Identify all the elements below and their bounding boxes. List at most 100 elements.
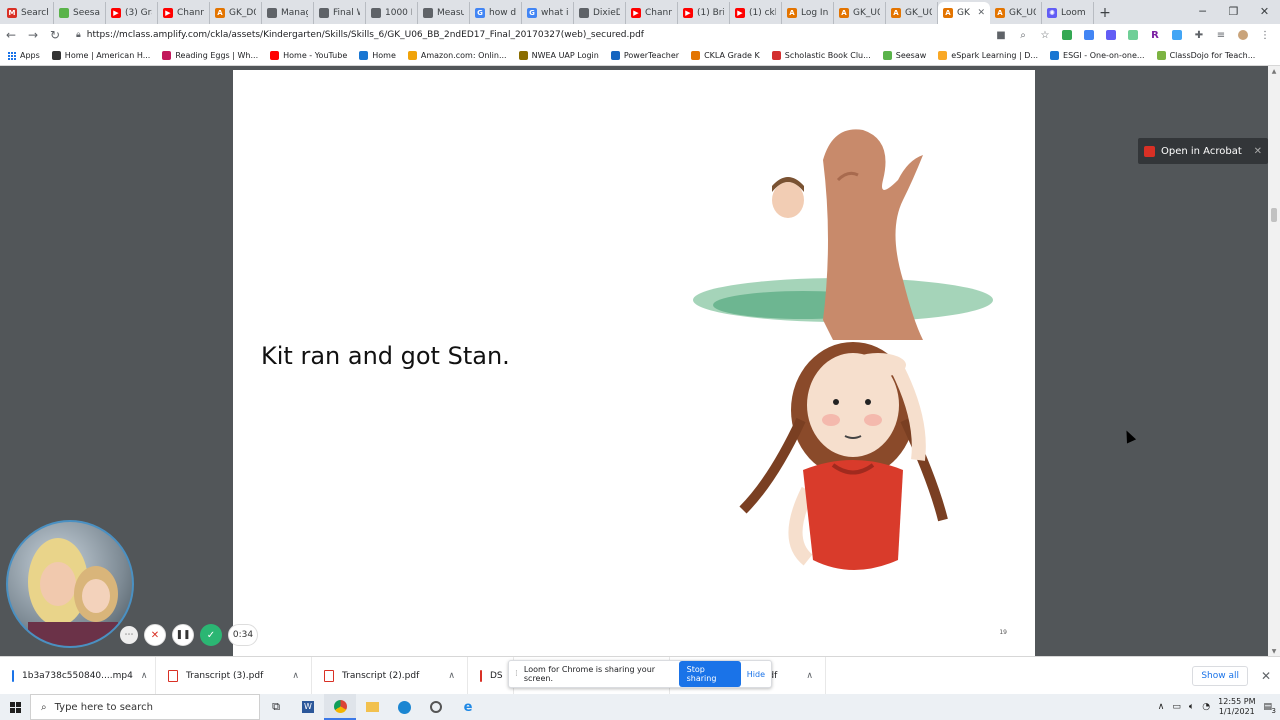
tab-label: GK_U0:: [905, 8, 932, 18]
wifi-icon[interactable]: ◔: [1202, 702, 1210, 712]
chevron-up-icon[interactable]: ∧: [806, 671, 813, 681]
bookmark-item[interactable]: Home: [359, 51, 396, 60]
camera-icon[interactable]: ■: [992, 26, 1010, 44]
vertical-scrollbar[interactable]: ▲ ▼: [1268, 66, 1280, 656]
close-downloads-icon[interactable]: ✕: [1256, 669, 1276, 683]
loom-camera-bubble[interactable]: [6, 520, 134, 648]
browser-tab[interactable]: A GK_U0:: [834, 2, 886, 24]
close-tab-icon[interactable]: ✕: [977, 8, 985, 18]
puzzle-icon[interactable]: ✚: [1190, 26, 1208, 44]
stop-sharing-button[interactable]: Stop sharing: [678, 661, 741, 687]
restore-icon[interactable]: ❐: [1218, 0, 1249, 22]
browser-tab[interactable]: M Search: [2, 2, 54, 24]
chevron-up-icon[interactable]: ∧: [292, 671, 299, 681]
minimize-icon[interactable]: ─: [1187, 0, 1218, 22]
browser-tab[interactable]: Measu: [418, 2, 470, 24]
bookmark-item[interactable]: Home - YouTube: [270, 51, 347, 60]
battery-icon[interactable]: ▭: [1172, 702, 1181, 712]
close-window-icon[interactable]: ✕: [1249, 0, 1280, 22]
task-view-icon[interactable]: ⧉: [260, 694, 292, 720]
file-explorer-icon[interactable]: [356, 694, 388, 720]
notification-icon[interactable]: ▤ 3: [1263, 702, 1276, 715]
download-item[interactable]: Transcript (2).pdf ∧: [312, 656, 468, 695]
menu-icon[interactable]: ⋮: [1256, 26, 1274, 44]
bookmark-item[interactable]: Amazon.com: Onlin...: [407, 51, 507, 60]
bookmark-item[interactable]: Apps: [8, 51, 40, 60]
back-icon[interactable]: ←: [0, 24, 22, 46]
new-tab-button[interactable]: +: [1094, 2, 1116, 24]
browser-tab[interactable]: Seesaw: [54, 2, 106, 24]
zoom-icon[interactable]: ⌕: [1014, 26, 1032, 44]
browser-tab[interactable]: DixieD: [574, 2, 626, 24]
extension-icon[interactable]: [1058, 26, 1076, 44]
download-item[interactable]: 1b3a738c550840....mp4 ∧: [0, 656, 156, 695]
bookmark-item[interactable]: CKLA Grade K: [691, 51, 760, 60]
bookmark-item[interactable]: ESGI - One-on-one...: [1050, 51, 1145, 60]
show-all-button[interactable]: Show all: [1192, 665, 1248, 686]
close-icon[interactable]: ✕: [1254, 146, 1262, 157]
chrome-app-icon[interactable]: [324, 694, 356, 720]
tray-chevron-icon[interactable]: ∧: [1158, 702, 1165, 712]
recording-timer: 0:34: [228, 624, 258, 646]
bookmark-item[interactable]: eSpark Learning | D...: [938, 51, 1038, 60]
bookmark-item[interactable]: ClassDojo for Teach...: [1156, 51, 1255, 60]
taskbar-search[interactable]: ⌕ Type here to search: [30, 694, 260, 720]
address-bar[interactable]: 🔒︎ https://mclass.amplify.com/ckla/asset…: [66, 26, 992, 44]
browser-tab[interactable]: Ghow do: [470, 2, 522, 24]
chevron-up-icon[interactable]: ∧: [448, 671, 455, 681]
drag-handle-icon[interactable]: ⁞: [515, 669, 518, 679]
avatar[interactable]: [1234, 26, 1252, 44]
bookmark-item[interactable]: Reading Eggs | Wh...: [162, 51, 258, 60]
forward-icon[interactable]: →: [22, 24, 44, 46]
browser-tab[interactable]: A GK_D0:: [210, 2, 262, 24]
bookmark-item[interactable]: Seesaw: [882, 51, 926, 60]
hide-button[interactable]: Hide: [747, 670, 765, 679]
extension-icon[interactable]: R: [1146, 26, 1164, 44]
bookmark-item[interactable]: PowerTeacher: [610, 51, 679, 60]
ie-app-icon[interactable]: e: [452, 694, 484, 720]
download-item[interactable]: Transcript (3).pdf ∧: [156, 656, 312, 695]
start-button[interactable]: [0, 694, 30, 720]
edge-app-icon[interactable]: [388, 694, 420, 720]
browser-tab[interactable]: ✺ Loom |: [1042, 2, 1094, 24]
browser-tab[interactable]: ▶ Channe: [158, 2, 210, 24]
scroll-thumb[interactable]: [1271, 208, 1277, 222]
scroll-up-icon[interactable]: ▲: [1268, 66, 1280, 76]
clock[interactable]: 12:55 PM 1/1/2021: [1218, 697, 1255, 717]
volume-icon[interactable]: 🔈︎: [1189, 702, 1194, 712]
open-in-acrobat-button[interactable]: Open in Acrobat ✕: [1138, 138, 1268, 164]
browser-tab[interactable]: A Log In t: [782, 2, 834, 24]
tab-favicon-icon: ▶: [683, 8, 693, 18]
browser-tab[interactable]: Gwhat is: [522, 2, 574, 24]
extension-icon[interactable]: [1102, 26, 1120, 44]
more-options-button[interactable]: ⋯: [120, 626, 138, 644]
reload-icon[interactable]: ↻: [44, 24, 66, 46]
tab-favicon-icon: ▶: [631, 8, 641, 18]
browser-tab[interactable]: ▶ (1) Britt: [678, 2, 730, 24]
cancel-recording-button[interactable]: ✕: [144, 624, 166, 646]
extension-icon[interactable]: [1080, 26, 1098, 44]
bookmark-star-icon[interactable]: ☆: [1036, 26, 1054, 44]
bookmark-item[interactable]: NWEA UAP Login: [518, 51, 599, 60]
pause-recording-button[interactable]: ❚❚: [172, 624, 194, 646]
browser-tab[interactable]: ▶ (3) Gra: [106, 2, 158, 24]
cortana-icon[interactable]: [420, 694, 452, 720]
tab-favicon-icon: [423, 8, 433, 18]
media-icon[interactable]: ≡: [1212, 26, 1230, 44]
browser-tab[interactable]: A GK ✕: [938, 2, 990, 24]
browser-tab[interactable]: A GK_U0:: [990, 2, 1042, 24]
word-app-icon[interactable]: W: [292, 694, 324, 720]
browser-tab[interactable]: 1000 H: [366, 2, 418, 24]
extension-icon[interactable]: [1168, 26, 1186, 44]
bookmark-item[interactable]: Home | American H...: [51, 51, 150, 60]
scroll-down-icon[interactable]: ▼: [1268, 646, 1280, 656]
browser-tab[interactable]: ▶ Channe: [626, 2, 678, 24]
browser-tab[interactable]: Manag: [262, 2, 314, 24]
finish-recording-button[interactable]: ✓: [200, 624, 222, 646]
bookmark-item[interactable]: Scholastic Book Clu...: [771, 51, 871, 60]
chevron-up-icon[interactable]: ∧: [141, 671, 148, 681]
browser-tab[interactable]: Final W: [314, 2, 366, 24]
extension-icon[interactable]: [1124, 26, 1142, 44]
browser-tab[interactable]: ▶ (1) ckla: [730, 2, 782, 24]
browser-tab[interactable]: A GK_U0:: [886, 2, 938, 24]
